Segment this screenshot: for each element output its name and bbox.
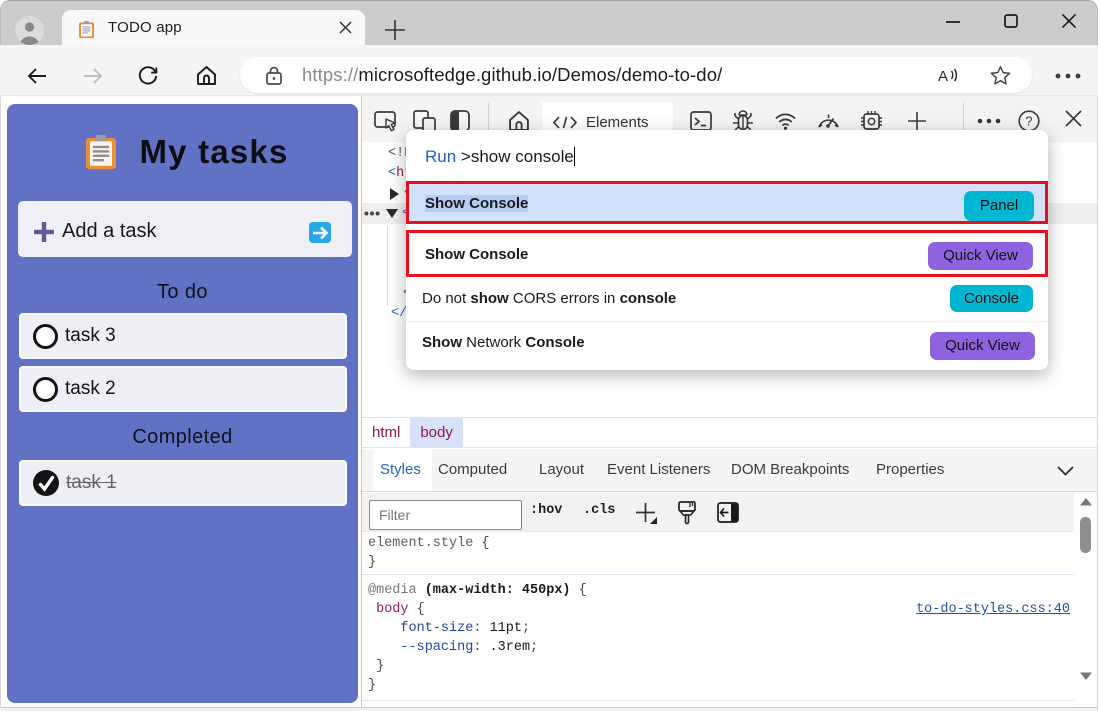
svg-text:?: ? bbox=[1025, 114, 1032, 129]
svg-text:A: A bbox=[938, 68, 948, 85]
